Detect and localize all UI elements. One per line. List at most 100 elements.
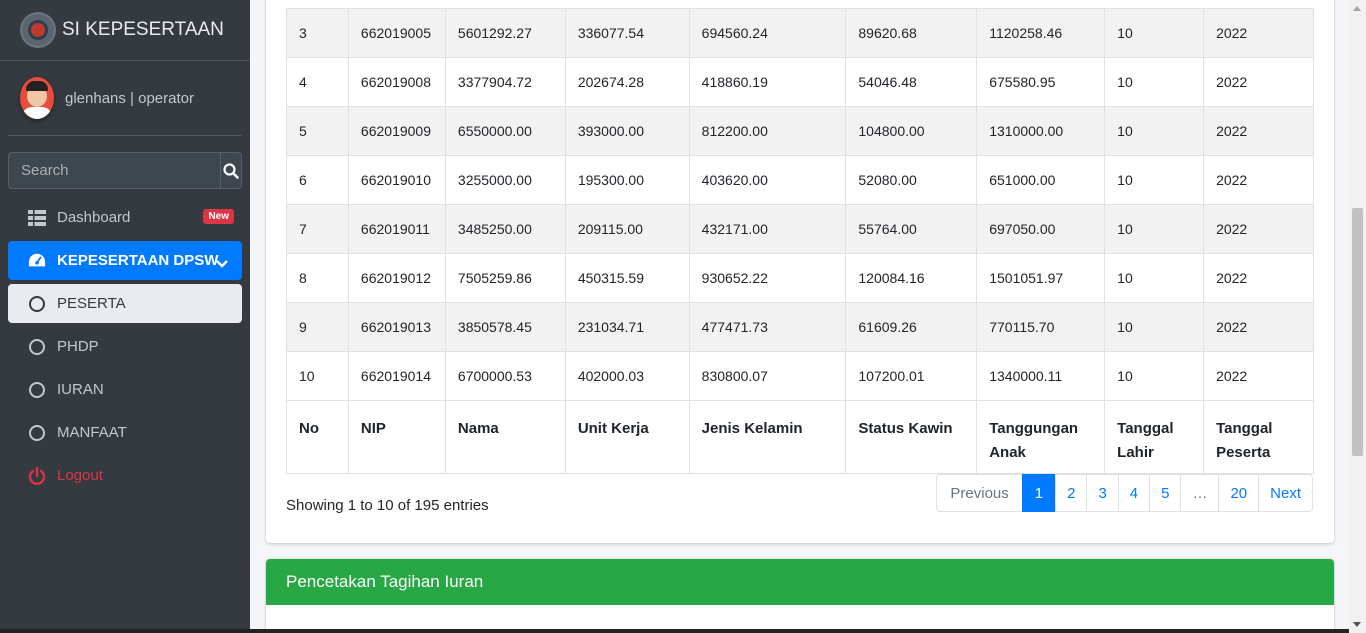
table-cell: 403620.00: [688, 155, 847, 205]
column-header[interactable]: Status Kawin: [845, 400, 978, 474]
table-row: 4 662019008 3377904.72 202674.28 418860.19 54…: [286, 57, 1314, 107]
circle-icon: [28, 338, 46, 356]
table-cell: 662019005: [347, 8, 446, 58]
table-cell: 6700000.53: [444, 351, 566, 401]
scroll-down-arrow-icon[interactable]: [1353, 622, 1361, 627]
sidebar-item-phdp[interactable]: PHDP: [8, 327, 242, 366]
table-cell: 4: [286, 57, 349, 107]
brand-title: SI KEPESERTAAN: [62, 19, 224, 40]
tagihan-card: Pencetakan Tagihan Iuran: [266, 559, 1334, 633]
table-cell: 402000.03: [564, 351, 690, 401]
peserta-table: 3 662019005 5601292.27 336077.54 694560.24 89…: [286, 8, 1314, 474]
pagination-page-5[interactable]: 5: [1149, 474, 1182, 512]
pagination-page-20[interactable]: 20: [1218, 474, 1260, 512]
table-cell: 2022: [1203, 8, 1314, 58]
avatar: [20, 77, 54, 119]
table-cell: 432171.00: [688, 204, 847, 254]
page-scrollbar[interactable]: [1349, 0, 1366, 633]
pagination-previous[interactable]: Previous: [936, 474, 1023, 512]
pagination-page-3[interactable]: 3: [1086, 474, 1119, 512]
table-cell: 89620.68: [845, 8, 978, 58]
table-row: 7 662019011 3485250.00 209115.00 432171.00 55…: [286, 204, 1314, 254]
table-cell: 10: [1104, 253, 1205, 303]
table-cell: 10: [1104, 302, 1205, 352]
user-name[interactable]: glenhans | operator: [65, 90, 194, 107]
table-cell: 662019009: [347, 106, 446, 156]
table-row: 10 662019014 6700000.53 402000.03 830800.07 1…: [286, 351, 1314, 401]
pagination-page-1[interactable]: 1: [1021, 474, 1057, 512]
search-button[interactable]: [220, 152, 242, 189]
column-header[interactable]: Tanggal Peserta: [1203, 400, 1314, 474]
column-header[interactable]: Jenis Kelamin: [688, 400, 847, 474]
circle-icon: [28, 295, 46, 313]
table-cell: 8: [286, 253, 349, 303]
column-header[interactable]: Tanggal Lahir: [1104, 400, 1205, 474]
table-cell: 2022: [1203, 57, 1314, 107]
table-cell: 662019011: [347, 204, 446, 254]
table-cell: 6550000.00: [444, 106, 566, 156]
sidebar-item-kepesertaan-dpsw[interactable]: KEPESERTAAN DPSW: [8, 241, 242, 280]
table-cell: 477471.73: [688, 302, 847, 352]
table-cell: 2022: [1203, 351, 1314, 401]
table-cell: 55764.00: [845, 204, 978, 254]
table-cell: 10: [1104, 155, 1205, 205]
table-cell: 5: [286, 106, 349, 156]
table-row: 3 662019005 5601292.27 336077.54 694560.24 89…: [286, 8, 1314, 58]
table-cell: 662019010: [347, 155, 446, 205]
column-header[interactable]: Tanggungan Anak: [976, 400, 1106, 474]
table-cell: 812200.00: [688, 106, 847, 156]
table-cell: 7: [286, 204, 349, 254]
user-panel: glenhans | operator: [8, 61, 242, 136]
sidebar-item-label: Logout: [57, 467, 103, 484]
pagination-page-2[interactable]: 2: [1055, 474, 1088, 512]
table-cell: 3850578.45: [444, 302, 566, 352]
table-cell: 2022: [1203, 253, 1314, 303]
pagination-ellipsis: …: [1180, 474, 1220, 512]
table-cell: 10: [1104, 57, 1205, 107]
column-header[interactable]: Nama: [444, 400, 566, 474]
brand-link[interactable]: SI KEPESERTAAN: [0, 0, 250, 61]
table-cell: 231034.71: [564, 302, 690, 352]
table-cell: 202674.28: [564, 57, 690, 107]
table-row: 8 662019012 7505259.86 450315.59 930652.22 12…: [286, 253, 1314, 303]
sidebar-item-iuran[interactable]: IURAN: [8, 370, 242, 409]
table-cell: 3377904.72: [444, 57, 566, 107]
table-cell: 3255000.00: [444, 155, 566, 205]
table-cell: 7505259.86: [444, 253, 566, 303]
sidebar-item-label: Dashboard: [57, 209, 131, 226]
sidebar-item-peserta[interactable]: PESERTA: [8, 284, 242, 323]
table-cell: 1120258.46: [976, 8, 1106, 58]
table-cell: 10: [1104, 204, 1205, 254]
sidebar-item-label: IURAN: [57, 381, 104, 398]
scroll-thumb[interactable]: [1352, 208, 1363, 456]
table-cell: 830800.07: [688, 351, 847, 401]
circle-icon: [28, 381, 46, 399]
pagination-page-4[interactable]: 4: [1117, 474, 1151, 512]
sidebar-search: [8, 152, 242, 189]
column-header[interactable]: No: [286, 400, 349, 474]
table-cell: 930652.22: [688, 253, 847, 303]
table-cell: 1501051.97: [976, 253, 1106, 303]
peserta-card: 3 662019005 5601292.27 336077.54 694560.24 89…: [266, 0, 1334, 543]
table-cell: 3: [286, 8, 349, 58]
sidebar-item-dashboard[interactable]: Dashboard New: [8, 198, 242, 237]
table-cell: 120084.16: [845, 253, 978, 303]
sidebar-item-manfaat[interactable]: MANFAAT: [8, 413, 242, 452]
sidebar-item-logout[interactable]: Logout: [8, 456, 242, 495]
table-cell: 675580.95: [976, 57, 1106, 107]
table-cell: 697050.00: [976, 204, 1106, 254]
search-input[interactable]: [8, 152, 220, 189]
table-info: Showing 1 to 10 of 195 entries: [286, 497, 489, 514]
scroll-up-arrow-icon[interactable]: [1353, 6, 1361, 11]
column-header[interactable]: Unit Kerja: [564, 400, 690, 474]
pagination-next[interactable]: Next: [1258, 474, 1313, 512]
table-cell: 662019008: [347, 57, 446, 107]
table-row: 9 662019013 3850578.45 231034.71 477471.73 61…: [286, 302, 1314, 352]
table-cell: 10: [1104, 351, 1205, 401]
table-row: 5 662019009 6550000.00 393000.00 812200.00 10…: [286, 106, 1314, 156]
bottom-bar: [0, 629, 1349, 633]
column-header[interactable]: NIP: [347, 400, 446, 474]
sidebar-nav: Dashboard New KEPESERTAAN DPSW PESERTA P…: [0, 198, 250, 495]
table-cell: 2022: [1203, 155, 1314, 205]
brand-logo-icon: [22, 14, 54, 46]
